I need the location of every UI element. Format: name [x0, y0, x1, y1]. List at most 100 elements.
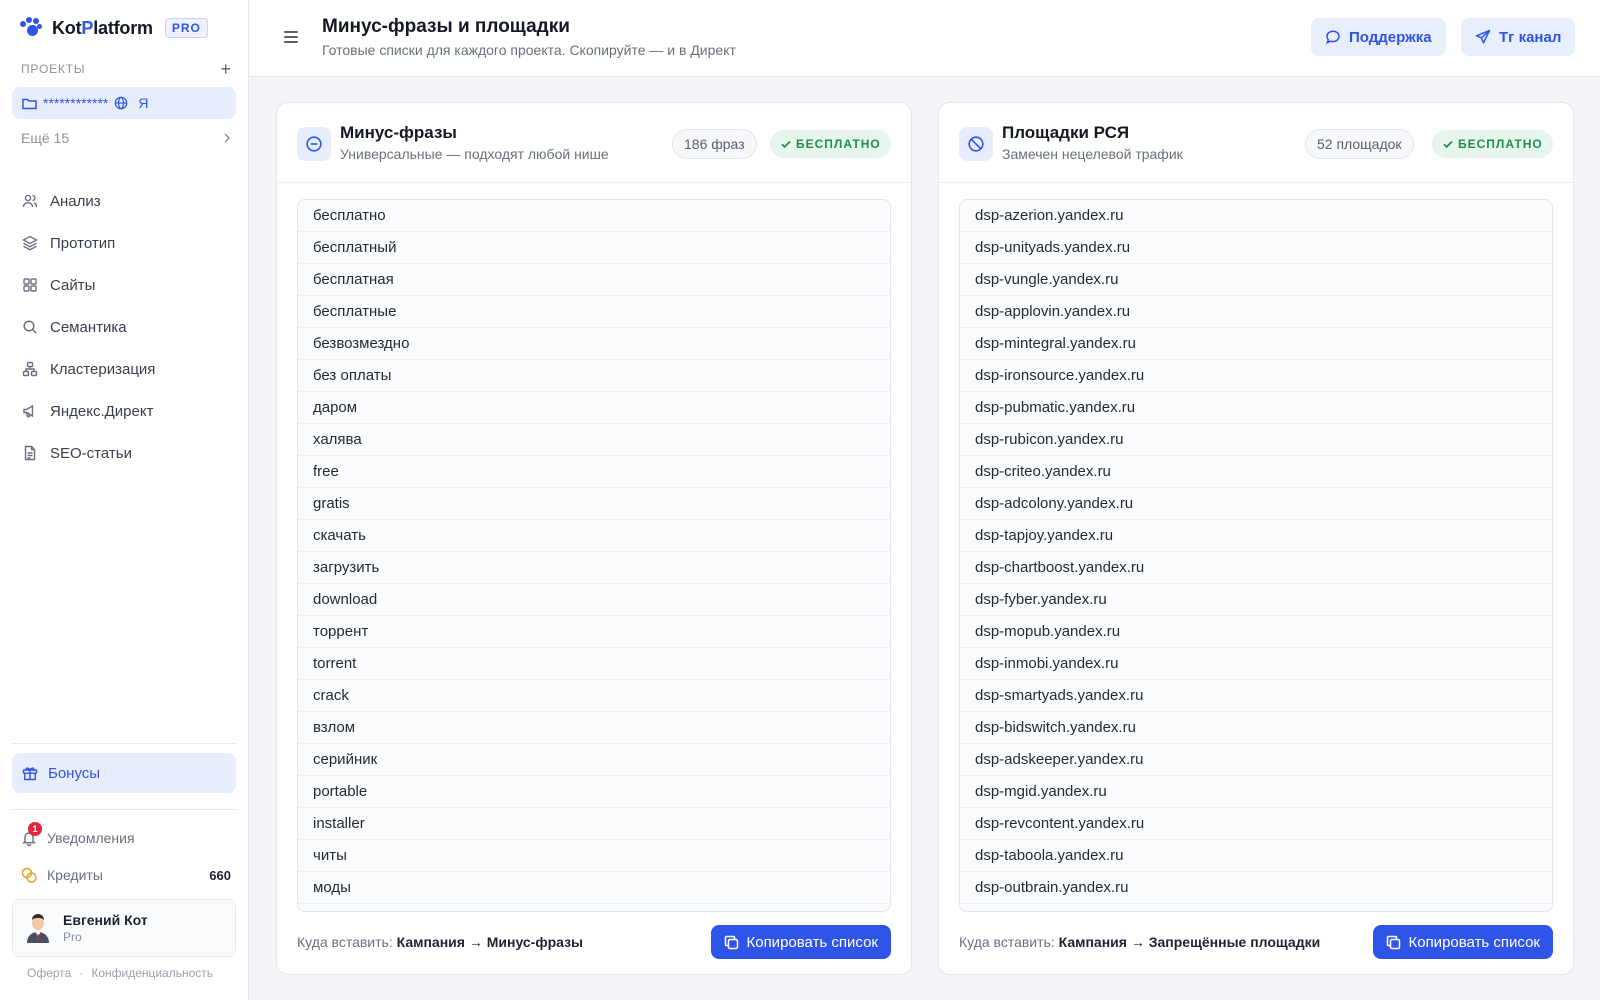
card-header: Площадки РСЯ Замечен нецелевой трафик 52…	[939, 103, 1573, 183]
app-logo[interactable]: KotPlatform PRO	[18, 16, 208, 40]
phrase-row: даром	[298, 392, 890, 424]
globe-icon	[115, 96, 128, 110]
card-footer: Куда вставить: Кампания → Запрещённые пл…	[959, 925, 1553, 959]
bell-icon: 1	[21, 822, 42, 847]
page-header: Минус-фразы и площадки Готовые списки дл…	[250, 0, 1600, 77]
telegram-channel-button[interactable]: Tг канал	[1461, 18, 1576, 56]
folder-icon	[22, 98, 37, 109]
insert-hint: Куда вставить: Кампания → Запрещённые пл…	[959, 934, 1321, 950]
phrase-row: халява	[298, 424, 890, 456]
phrase-row: взлом	[298, 712, 890, 744]
notifications-item[interactable]: 1 Уведомления	[21, 822, 231, 847]
phrase-row: torrent	[298, 648, 890, 680]
placement-row: dsp-vungle.yandex.ru	[960, 264, 1552, 296]
layers-icon	[22, 235, 38, 251]
user-plan: Pro	[63, 930, 82, 944]
bonuses-button[interactable]: Бонусы	[12, 753, 236, 793]
offer-link[interactable]: Оферта	[27, 966, 71, 980]
insert-hint: Куда вставить: Кампания → Минус-фразы	[297, 934, 584, 950]
add-project-icon[interactable]: +	[220, 60, 231, 78]
nav-item-yandex-direct[interactable]: Яндекс.Директ	[12, 390, 236, 432]
credits-item[interactable]: Кредиты 660	[21, 867, 231, 883]
menu-toggle-icon[interactable]	[284, 31, 298, 43]
placement-row: dsp-mgid.yandex.ru	[960, 776, 1552, 808]
chat-bubble-icon	[1326, 30, 1340, 44]
free-badge: БЕСПЛАТНО	[770, 130, 891, 158]
nav-item-seo-articles[interactable]: SEO-статьи	[12, 432, 236, 474]
notification-count-badge: 1	[28, 822, 42, 836]
user-card[interactable]: Евгений Кот Pro	[12, 899, 236, 957]
chevron-right-icon	[224, 133, 231, 143]
phrase-row: gratis	[298, 488, 890, 520]
nav-item-sites[interactable]: Сайты	[12, 264, 236, 306]
project-name: ************	[43, 95, 109, 111]
more-projects-label: Ещё 15	[21, 130, 70, 146]
main-nav: Анализ Прототип Сайты Семантика Кластери…	[12, 180, 236, 474]
placement-row: dsp-adskeeper.yandex.ru	[960, 744, 1552, 776]
nav-item-analysis[interactable]: Анализ	[12, 180, 236, 222]
app-name: KotPlatform	[52, 17, 153, 38]
nav-label: Анализ	[50, 192, 101, 210]
copy-list-label: Копировать список	[746, 933, 878, 951]
phrase-row: моды	[298, 872, 890, 904]
phrase-row: серийник	[298, 744, 890, 776]
free-label: БЕСПЛАТНО	[796, 137, 881, 151]
credits-value: 660	[209, 867, 231, 883]
notifications-label: Уведомления	[47, 830, 135, 846]
phrase-row: free	[298, 456, 890, 488]
placement-row: dsp-outbrain.yandex.ru	[960, 872, 1552, 904]
placement-row: dsp-ironsource.yandex.ru	[960, 360, 1552, 392]
nav-label: SEO-статьи	[50, 444, 132, 462]
legal-links: Оферта · Конфиденциальность	[27, 966, 213, 980]
phrase-row: торрент	[298, 616, 890, 648]
copy-list-button[interactable]: Копировать список	[1373, 925, 1553, 959]
bonuses-label: Бонусы	[48, 764, 101, 782]
phrase-row: бесплатный	[298, 232, 890, 264]
privacy-link[interactable]: Конфиденциальность	[91, 966, 213, 980]
card-subtitle: Замечен нецелевой трафик	[1002, 146, 1183, 162]
phrase-row: installer	[298, 808, 890, 840]
placement-row: dsp-chartboost.yandex.ru	[960, 552, 1552, 584]
sidebar-divider	[12, 809, 236, 810]
placement-row: dsp-bidswitch.yandex.ru	[960, 712, 1552, 744]
search-icon	[22, 319, 38, 335]
placement-row: dsp-fyber.yandex.ru	[960, 584, 1552, 616]
nav-item-clustering[interactable]: Кластеризация	[12, 348, 236, 390]
page-subtitle: Готовые списки для каждого проекта. Скоп…	[322, 42, 736, 58]
copy-list-button[interactable]: Копировать список	[711, 925, 891, 959]
count-badge: 52 площадок	[1305, 129, 1414, 159]
sidebar: KotPlatform PRO ПРОЕКТЫ + ************ Я…	[0, 0, 249, 1000]
phrase-row: читы	[298, 840, 890, 872]
nav-item-prototype[interactable]: Прототип	[12, 222, 236, 264]
placement-row: dsp-revcontent.yandex.ru	[960, 808, 1552, 840]
phrase-row: без оплаты	[298, 360, 890, 392]
user-name: Евгений Кот	[63, 912, 148, 928]
nav-item-semantics[interactable]: Семантика	[12, 306, 236, 348]
support-button[interactable]: Поддержка	[1311, 18, 1446, 56]
legal-separator: ·	[79, 966, 84, 980]
more-projects[interactable]: Ещё 15	[21, 130, 231, 146]
phrases-list[interactable]: бесплатно бесплатный бесплатная бесплатные б…	[297, 199, 891, 912]
free-label: БЕСПЛАТНО	[1458, 137, 1543, 151]
minus-circle-icon	[297, 127, 331, 161]
card-footer: Куда вставить: Кампания → Минус-фразы Ко…	[297, 925, 891, 959]
credits-label: Кредиты	[47, 867, 103, 883]
phrase-row: загрузить	[298, 552, 890, 584]
phrase-row: безвозмездно	[298, 328, 890, 360]
support-label: Поддержка	[1349, 28, 1432, 46]
nav-label: Яндекс.Директ	[50, 402, 154, 420]
placement-row: dsp-applovin.yandex.ru	[960, 296, 1552, 328]
placements-list[interactable]: dsp-azerion.yandex.ru dsp-unityads.yandex…	[959, 199, 1553, 912]
card-title: Минус-фразы	[340, 123, 457, 142]
current-project[interactable]: ************ Я	[12, 87, 236, 119]
count-badge: 186 фраз	[672, 129, 757, 159]
megaphone-icon	[22, 403, 38, 419]
gift-icon	[22, 767, 38, 781]
placement-row: dsp-smartyads.yandex.ru	[960, 680, 1552, 712]
users-icon	[22, 193, 38, 209]
placement-row: dsp-tapjoy.yandex.ru	[960, 520, 1552, 552]
telegram-label: Tг канал	[1499, 28, 1562, 46]
yandex-engine-label: Я	[138, 95, 149, 111]
placement-row: dsp-mopub.yandex.ru	[960, 616, 1552, 648]
send-icon	[1475, 29, 1491, 44]
